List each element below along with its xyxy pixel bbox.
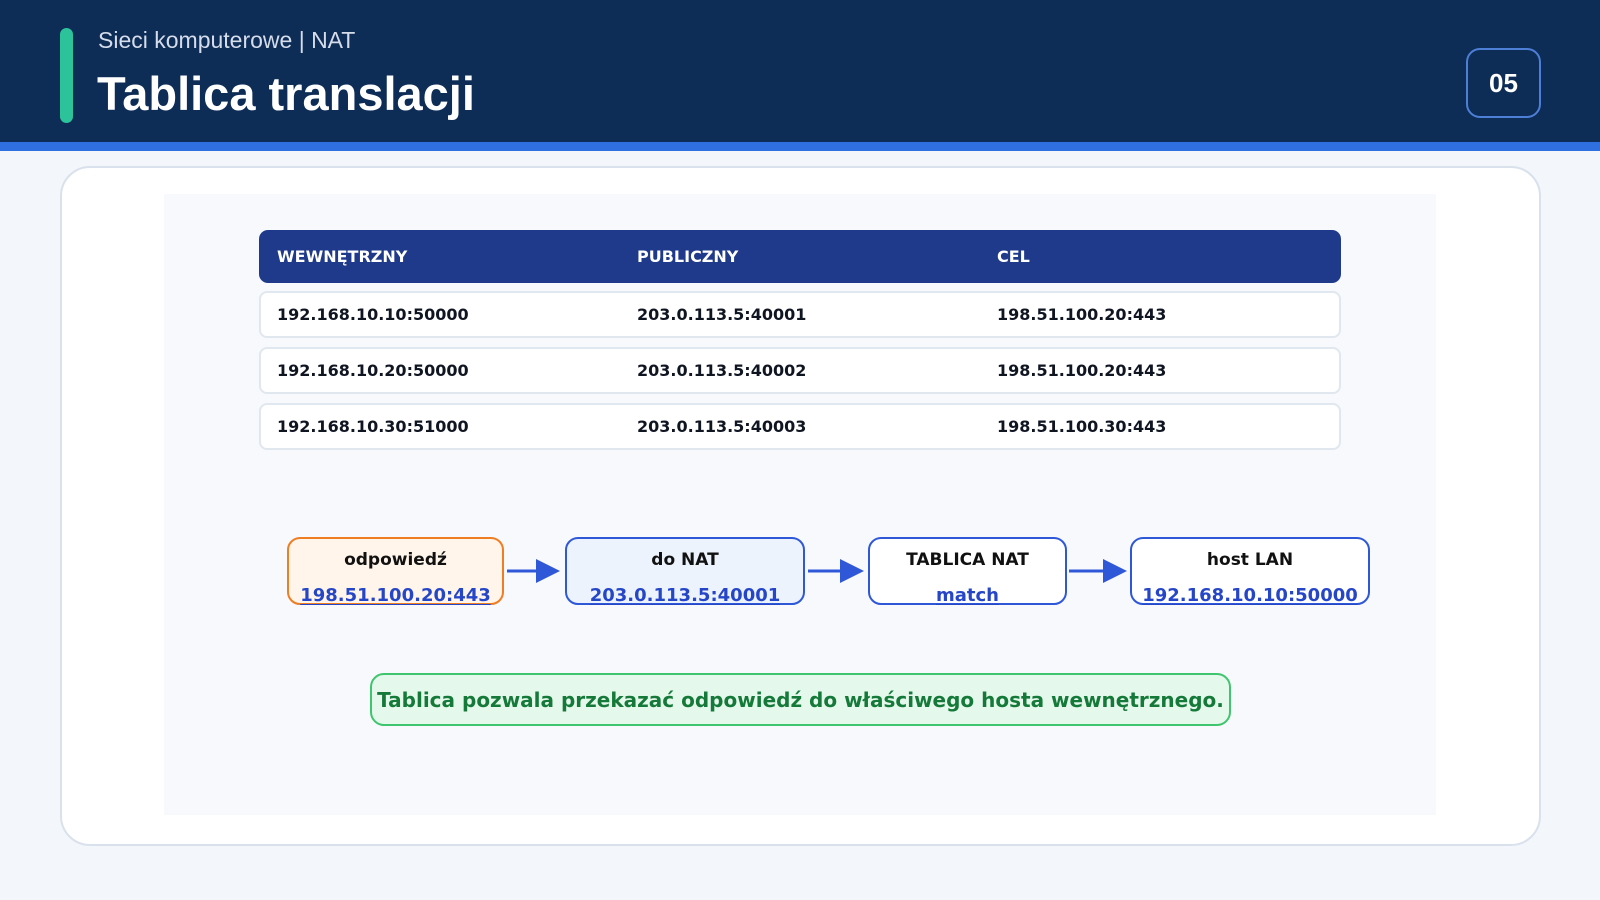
flow-step-title: odpowiedź [344, 550, 447, 570]
flow-step-title: do NAT [651, 550, 719, 570]
flow-step-response: odpowiedź 198.51.100.20:443 [287, 537, 504, 606]
flow-step-lan-host: host LAN 192.168.10.10:50000 [1130, 537, 1370, 606]
flow-step-title: TABLICA NAT [906, 550, 1029, 570]
flow-step-value: 203.0.113.5:40001 [589, 585, 781, 606]
flow-arrows [507, 559, 1127, 583]
flow-step-title: host LAN [1206, 550, 1294, 570]
flow-step-nat-table: TABLICA NAT match [868, 537, 1067, 606]
flow-step-to-nat: do NAT 203.0.113.5:40001 [565, 537, 805, 606]
flow-step-value: 192.168.10.10:50000 [1142, 585, 1358, 606]
summary-note: Tablica pozwala przekazać odpowiedź do w… [370, 673, 1231, 726]
flow-step-value: match [936, 585, 999, 606]
flow-step-value: 198.51.100.20:443 [300, 585, 491, 606]
